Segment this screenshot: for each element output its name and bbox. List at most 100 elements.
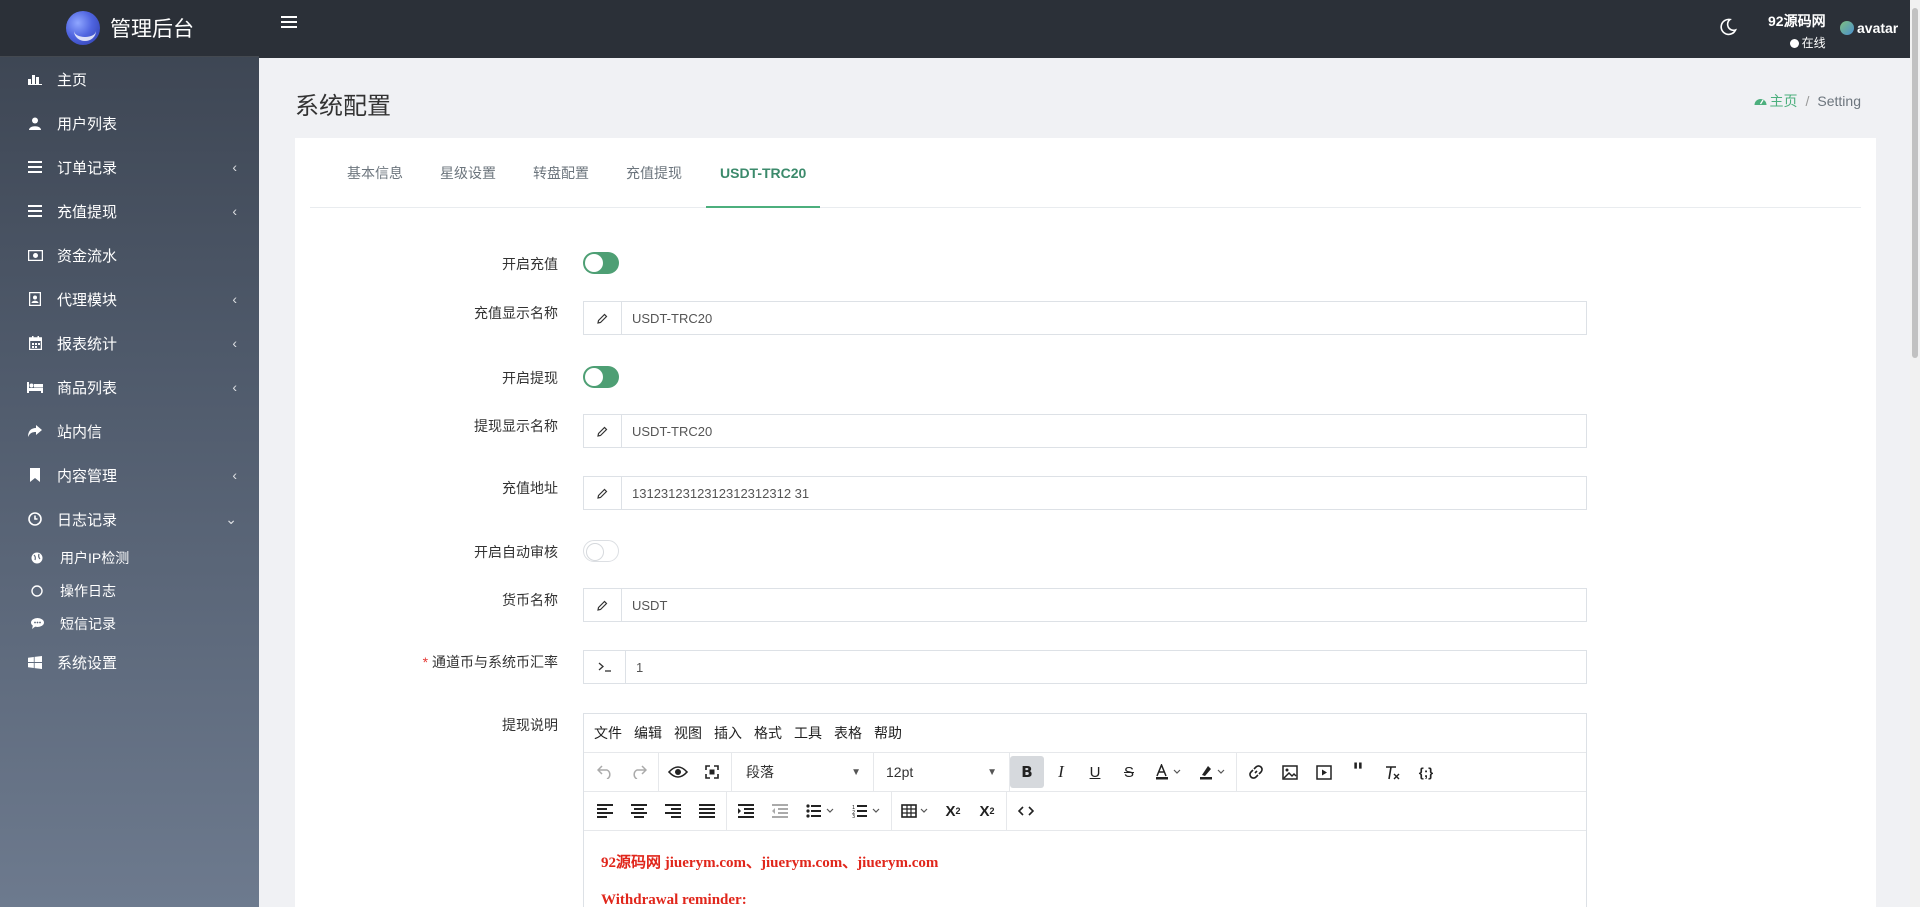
- chevron-left-icon: ‹: [232, 159, 237, 175]
- font-size-select[interactable]: 12pt ▼: [874, 752, 1010, 792]
- menu-edit[interactable]: 编辑: [628, 723, 668, 743]
- align-center-icon[interactable]: [622, 795, 656, 827]
- recharge-name-input[interactable]: [622, 302, 1586, 334]
- block-format-select[interactable]: 段落 ▼: [734, 752, 874, 792]
- chevron-left-icon: ‹: [232, 379, 237, 395]
- menu-toggle-icon[interactable]: [281, 16, 297, 31]
- sidebar-item-funds[interactable]: 资金流水: [0, 233, 259, 277]
- terminal-icon: [584, 651, 626, 683]
- menu-view[interactable]: 视图: [668, 723, 708, 743]
- sidebar-subitem-ip-check[interactable]: 用户IP检测: [0, 541, 259, 574]
- editor-content[interactable]: 92源码网 jiuerym.com、jiuerym.com、jiuerym.co…: [584, 831, 1586, 907]
- align-justify-icon[interactable]: [690, 795, 724, 827]
- breadcrumb-home[interactable]: 主页: [1754, 91, 1798, 111]
- chevron-left-icon: ‹: [232, 335, 237, 351]
- user-status: 在线: [1768, 34, 1826, 51]
- editor-menubar: 文件 编辑 视图 插入 格式 工具 表格 帮助: [584, 714, 1586, 753]
- scrollbar-thumb[interactable]: [1912, 8, 1918, 358]
- globe-icon: [30, 551, 44, 565]
- clear-formatting-icon[interactable]: [1375, 756, 1409, 788]
- menu-format[interactable]: 格式: [748, 723, 788, 743]
- sidebar-item-logs[interactable]: 日志记录 ⌄: [0, 497, 259, 541]
- sidebar-item-label: 资金流水: [57, 247, 118, 265]
- sidebar-item-reports[interactable]: 报表统计 ‹: [0, 321, 259, 365]
- subscript-icon[interactable]: X2: [936, 795, 970, 827]
- menu-file[interactable]: 文件: [588, 723, 628, 743]
- auto-audit-label: 开启自动审核: [474, 544, 558, 560]
- editor-toolbar-2: 123 X2 X2: [584, 791, 1586, 831]
- superscript-icon[interactable]: X2: [970, 795, 1004, 827]
- blockquote-icon[interactable]: ": [1341, 756, 1375, 788]
- breadcrumb-home-label: 主页: [1769, 93, 1798, 109]
- menu-help[interactable]: 帮助: [868, 723, 908, 743]
- tab-usdt-trc20[interactable]: USDT-TRC20: [706, 138, 821, 208]
- calendar-icon: [27, 335, 43, 351]
- auto-audit-toggle[interactable]: [583, 540, 619, 562]
- sidebar-item-label: 内容管理: [57, 467, 118, 485]
- page-scrollbar[interactable]: [1910, 0, 1920, 907]
- sidebar-item-label: 订单记录: [57, 159, 118, 177]
- underline-icon[interactable]: U: [1078, 756, 1112, 788]
- required-mark: *: [422, 654, 429, 670]
- menu-tools[interactable]: 工具: [788, 723, 828, 743]
- avatar[interactable]: avatar: [1840, 20, 1898, 36]
- text-color-icon[interactable]: [1146, 756, 1190, 788]
- table-icon[interactable]: [894, 795, 936, 827]
- sidebar-subitem-sms-log[interactable]: 短信记录: [0, 607, 259, 640]
- media-icon[interactable]: [1307, 756, 1341, 788]
- pencil-icon: [584, 477, 622, 509]
- money-icon: [27, 247, 43, 263]
- sidebar-item-recharge[interactable]: 充值提现 ‹: [0, 189, 259, 233]
- image-icon[interactable]: [1273, 756, 1307, 788]
- sidebar-item-orders[interactable]: 订单记录 ‹: [0, 145, 259, 189]
- withdraw-name-input[interactable]: [622, 415, 1586, 447]
- code-sample-icon[interactable]: {;}: [1409, 756, 1443, 788]
- indent-icon[interactable]: [729, 795, 763, 827]
- sidebar-item-messages[interactable]: 站内信: [0, 409, 259, 453]
- sidebar-item-agent[interactable]: 代理模块 ‹: [0, 277, 259, 321]
- tab-basic-info[interactable]: 基本信息: [334, 138, 416, 208]
- sidebar-item-users[interactable]: 用户列表: [0, 101, 259, 145]
- bold-icon[interactable]: B: [1010, 756, 1044, 788]
- redo-icon[interactable]: [622, 756, 656, 788]
- form-row-currency-name: 货币名称: [295, 588, 1876, 622]
- sidebar-item-system-settings[interactable]: 系统设置: [0, 640, 259, 684]
- preview-icon[interactable]: [661, 756, 695, 788]
- menu-table[interactable]: 表格: [828, 723, 868, 743]
- enable-withdraw-toggle[interactable]: [583, 366, 619, 388]
- tab-recharge-withdraw[interactable]: 充值提现: [613, 138, 695, 208]
- toolbar-divider: [891, 791, 892, 831]
- highlight-color-icon[interactable]: [1190, 756, 1234, 788]
- currency-name-input[interactable]: [622, 589, 1586, 621]
- link-icon[interactable]: [1239, 756, 1273, 788]
- form-row-enable-recharge: 开启充值: [295, 250, 1876, 276]
- breadcrumb-separator: /: [1805, 93, 1810, 109]
- menu-insert[interactable]: 插入: [708, 723, 748, 743]
- withdraw-desc-label: 提现说明: [502, 717, 558, 733]
- tab-star-settings[interactable]: 星级设置: [427, 138, 509, 208]
- sidebar-item-content[interactable]: 内容管理 ‹: [0, 453, 259, 497]
- undo-icon[interactable]: [588, 756, 622, 788]
- exchange-rate-input[interactable]: [626, 651, 1586, 683]
- italic-icon[interactable]: I: [1044, 756, 1078, 788]
- fullscreen-icon[interactable]: [695, 756, 729, 788]
- recharge-address-input[interactable]: [622, 477, 1586, 509]
- align-left-icon[interactable]: [588, 795, 622, 827]
- align-right-icon[interactable]: [656, 795, 690, 827]
- brand[interactable]: 管理后台: [0, 0, 259, 57]
- chevron-left-icon: ‹: [232, 203, 237, 219]
- bullet-list-icon[interactable]: [797, 795, 843, 827]
- sidebar-item-home[interactable]: 主页: [0, 57, 259, 101]
- enable-recharge-toggle[interactable]: [583, 252, 619, 274]
- chevron-left-icon: ‹: [232, 467, 237, 483]
- strikethrough-icon[interactable]: S: [1112, 756, 1146, 788]
- sidebar-nav: 主页 用户列表 订单记录 ‹ 充值提现 ‹ 资金流水 代理模块 ‹ 报表统计 ‹…: [0, 57, 259, 684]
- recharge-address-group: [583, 476, 1587, 510]
- tab-wheel-config[interactable]: 转盘配置: [520, 138, 602, 208]
- numbered-list-icon[interactable]: 123: [843, 795, 889, 827]
- outdent-icon[interactable]: [763, 795, 797, 827]
- sidebar-subitem-operation-log[interactable]: 操作日志: [0, 574, 259, 607]
- sidebar-item-products[interactable]: 商品列表 ‹: [0, 365, 259, 409]
- source-code-icon[interactable]: [1009, 795, 1043, 827]
- dark-mode-icon[interactable]: [1719, 18, 1738, 36]
